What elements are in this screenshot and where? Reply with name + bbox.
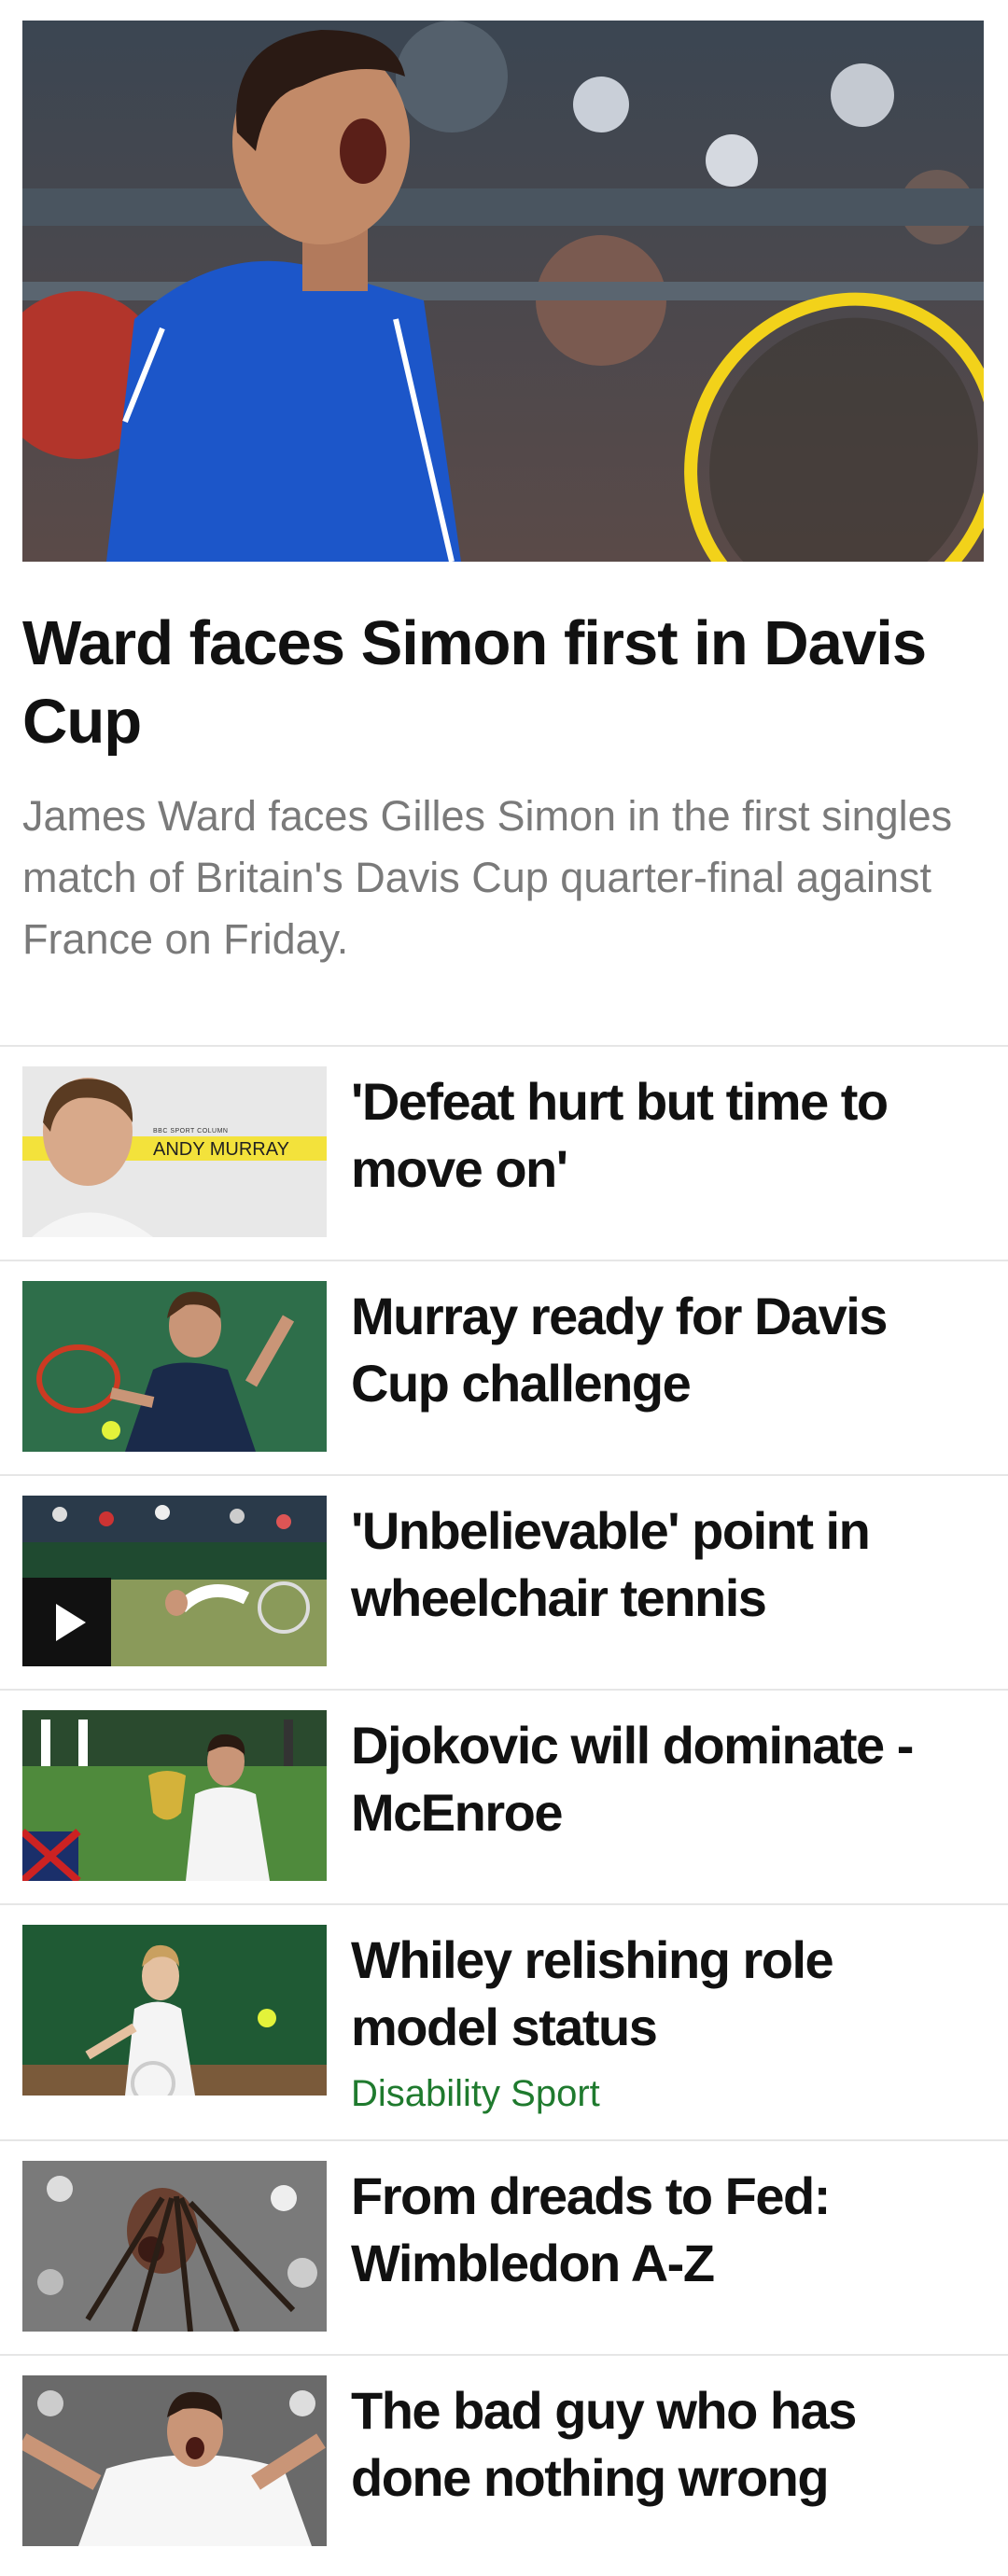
thumb-caption: ANDY MURRAY [153,1139,289,1160]
thumb-caption-small: BBC SPORT COLUMN [153,1128,229,1135]
story-item-bad-guy[interactable]: The bad guy who has done nothing wrong [0,2354,1008,2569]
hero-headline[interactable]: Ward faces Simon first in Davis Cup [22,605,974,761]
story-title[interactable]: The bad guy who has done nothing wrong [351,2377,986,2512]
story-list: BBC SPORT COLUMN ANDY MURRAY 'Defeat hur… [0,1045,1008,2569]
hero-image[interactable] [22,21,984,562]
story-title[interactable]: From dreads to Fed: Wimbledon A-Z [351,2163,986,2297]
play-video-icon[interactable] [22,1578,111,1666]
story-title[interactable]: Whiley relishing role model status [351,1927,986,2061]
story-item-whiley[interactable]: Whiley relishing role model status Disab… [0,1903,1008,2139]
story-thumbnail [22,2161,327,2332]
story-thumbnail [22,1281,327,1452]
story-title[interactable]: Djokovic will dominate - McEnroe [351,1712,986,1846]
story-thumbnail [22,2375,327,2546]
story-thumbnail [22,1925,327,2096]
story-title[interactable]: 'Defeat hurt but time to move on' [351,1068,986,1203]
story-section-tag[interactable]: Disability Sport [351,2073,600,2115]
story-title[interactable]: 'Unbelievable' point in wheelchair tenni… [351,1497,986,1632]
story-thumbnail: BBC SPORT COLUMN ANDY MURRAY [22,1066,327,1237]
story-item-wheelchair-tennis[interactable]: 'Unbelievable' point in wheelchair tenni… [0,1474,1008,1689]
story-item-murray-ready[interactable]: Murray ready for Davis Cup challenge [0,1260,1008,1474]
story-thumbnail [22,1710,327,1881]
hero-summary: James Ward faces Gilles Simon in the fir… [22,792,953,963]
story-item-djokovic-mcenroe[interactable]: Djokovic will dominate - McEnroe [0,1689,1008,1903]
story-thumbnail [22,1496,327,1666]
story-title[interactable]: Murray ready for Davis Cup challenge [351,1283,986,1417]
story-item-wimbledon-az[interactable]: From dreads to Fed: Wimbledon A-Z [0,2139,1008,2354]
story-item-murray-column[interactable]: BBC SPORT COLUMN ANDY MURRAY 'Defeat hur… [0,1045,1008,1260]
